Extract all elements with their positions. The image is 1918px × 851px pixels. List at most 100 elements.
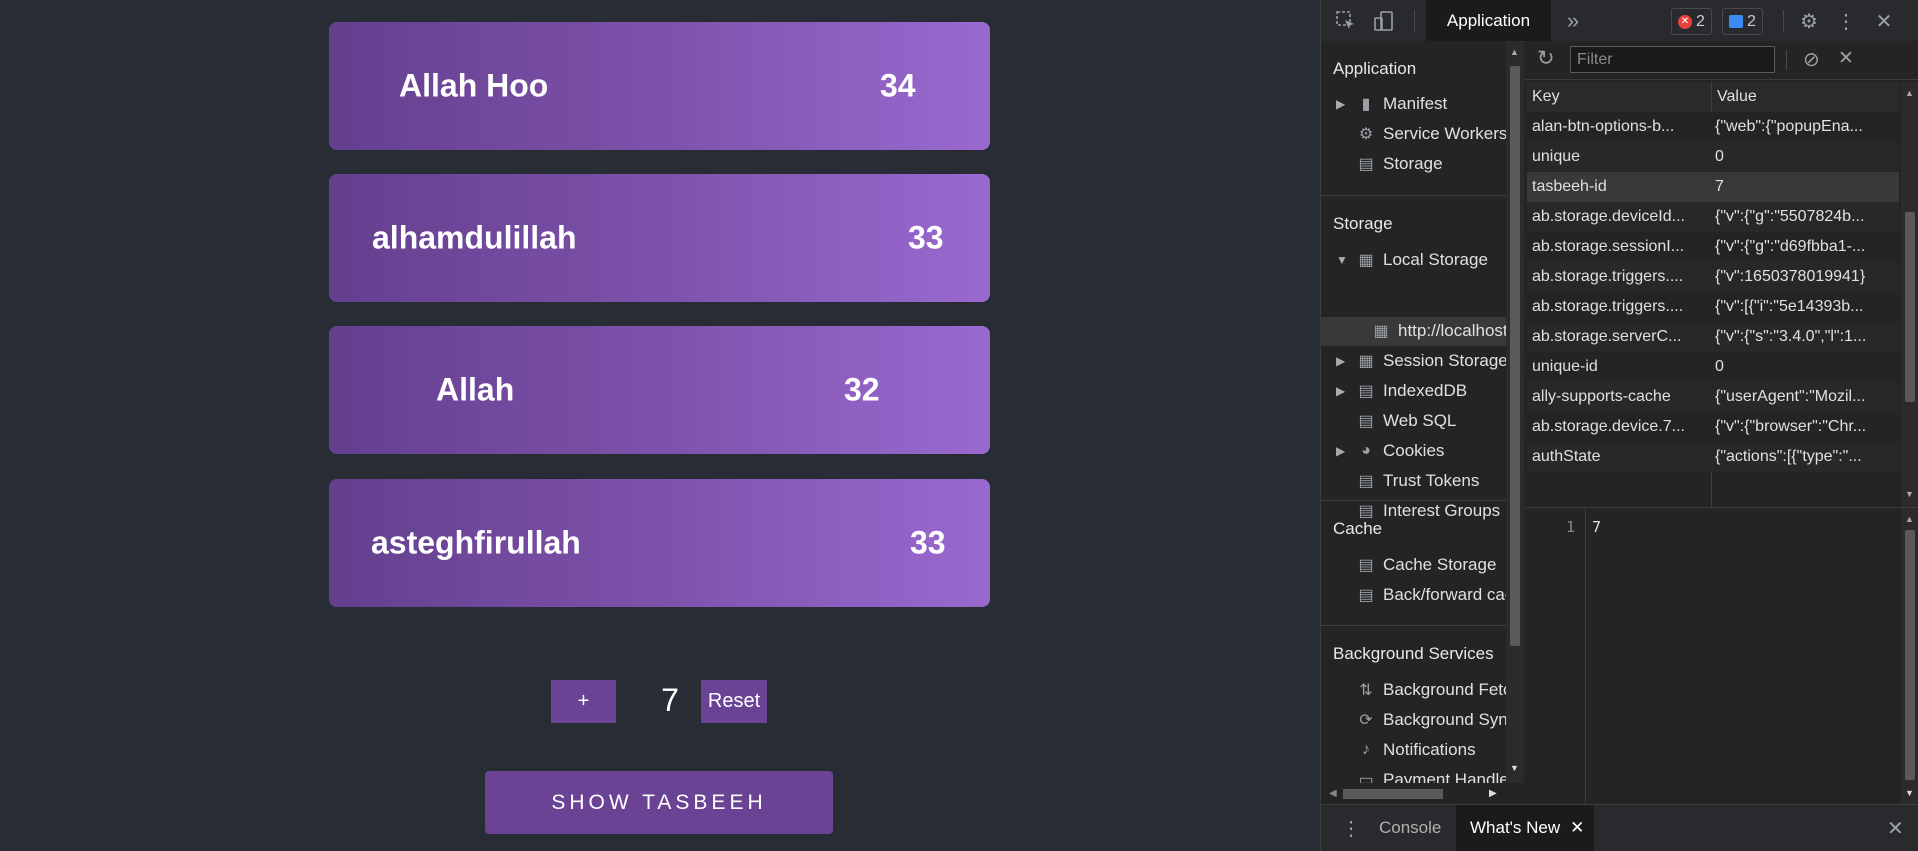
scroll-up-icon[interactable]: ▲ bbox=[1905, 514, 1914, 524]
table-row[interactable]: ally-supports-cache {"userAgent":"Mozil..… bbox=[1527, 382, 1899, 412]
sidebar-item-cookies[interactable]: ▶ ◕ Cookies bbox=[1336, 437, 1444, 465]
delete-selected-icon[interactable]: ✕ bbox=[1838, 47, 1854, 70]
row-key: authState bbox=[1532, 448, 1601, 465]
row-value: {"v":1650378019941} bbox=[1715, 268, 1866, 285]
kebab-menu-icon[interactable]: ⋮ bbox=[1834, 9, 1858, 33]
preview-scrollbar[interactable]: ▲ ▼ bbox=[1901, 508, 1918, 805]
more-tabs-icon[interactable]: » bbox=[1561, 8, 1585, 33]
scroll-down-icon[interactable]: ▼ bbox=[1905, 489, 1914, 499]
tasbeeh-card[interactable]: asteghfirullah 33 bbox=[329, 479, 990, 607]
table-row[interactable]: ab.storage.triggers.... {"v":[{"i":"5e143… bbox=[1527, 292, 1899, 322]
table-row[interactable]: ab.storage.deviceId... {"v":{"g":"5507824… bbox=[1527, 202, 1899, 232]
table-row[interactable]: alan-btn-options-b... {"web":{"popupEna..… bbox=[1527, 112, 1899, 142]
reset-button[interactable]: Reset bbox=[701, 680, 767, 723]
device-toolbar-icon[interactable] bbox=[1372, 9, 1396, 33]
tasbeeh-card[interactable]: alhamdulillah 33 bbox=[329, 174, 990, 302]
scrollbar-thumb[interactable] bbox=[1343, 789, 1443, 799]
expand-arrow-icon[interactable]: ▶ bbox=[1336, 444, 1354, 458]
close-icon[interactable]: ✕ bbox=[1872, 9, 1896, 33]
row-key: alan-btn-options-b... bbox=[1532, 118, 1675, 135]
table-row[interactable]: tasbeeh-id 7 bbox=[1527, 172, 1899, 202]
collapse-arrow-icon[interactable]: ▼ bbox=[1336, 253, 1354, 267]
section-cache: Cache bbox=[1333, 519, 1383, 538]
scrollbar-thumb[interactable] bbox=[1510, 66, 1520, 646]
table-scrollbar[interactable]: ▲ ▼ bbox=[1901, 82, 1918, 507]
table-row[interactable]: ab.storage.serverC... {"v":{"s":"3.4.0","… bbox=[1527, 322, 1899, 352]
storage-panel: ↻ Filter ⊘ ✕ Key Value alan-btn-options-… bbox=[1525, 41, 1918, 805]
sidebar-scrollbar[interactable]: ▲ ▼ bbox=[1506, 41, 1524, 783]
close-drawer-icon[interactable]: ✕ bbox=[1887, 805, 1904, 851]
tasbeeh-card[interactable]: Allah 32 bbox=[329, 326, 990, 454]
row-value: 7 bbox=[1715, 178, 1724, 195]
table-row[interactable]: ab.storage.sessionI... {"v":{"g":"d69fbba… bbox=[1527, 232, 1899, 262]
sidebar-item-websql[interactable]: ▤ Web SQL bbox=[1336, 407, 1456, 435]
sidebar-item-background-sync[interactable]: ⟳ Background Sync bbox=[1336, 706, 1506, 734]
database-icon: ▤ bbox=[1358, 473, 1374, 490]
sidebar-item-notifications[interactable]: ♪ Notifications bbox=[1336, 736, 1476, 764]
sidebar-item-back-forward-cache[interactable]: ▤Back/forward cache bbox=[1336, 581, 1506, 609]
scroll-up-icon[interactable]: ▲ bbox=[1905, 88, 1914, 98]
scrollbar-thumb[interactable] bbox=[1905, 212, 1915, 402]
devtools-panel: Application » ✕ 2 2 ⚙ ⋮ ✕ Application ▶ ▮… bbox=[1320, 0, 1918, 851]
scroll-down-icon[interactable]: ▼ bbox=[1905, 788, 1914, 798]
inspect-element-icon[interactable] bbox=[1334, 9, 1358, 33]
scrollbar-thumb[interactable] bbox=[1905, 530, 1915, 780]
preview-value: 7 bbox=[1592, 518, 1602, 536]
error-badge[interactable]: ✕ 2 bbox=[1671, 8, 1712, 35]
show-tasbeeh-button[interactable]: SHOW TASBEEH bbox=[485, 771, 833, 834]
drawer-menu-icon[interactable]: ⋮ bbox=[1341, 805, 1361, 851]
table-row[interactable]: unique-id 0 bbox=[1527, 352, 1899, 382]
tab-whats-new[interactable]: What's New ✕ bbox=[1456, 805, 1594, 851]
table-row[interactable]: unique 0 bbox=[1527, 142, 1899, 172]
value-preview: 1 7 ▲ ▼ bbox=[1525, 507, 1918, 805]
gear-icon[interactable]: ⚙ bbox=[1797, 9, 1821, 33]
table-icon: ▦ bbox=[1373, 323, 1389, 340]
scroll-right-icon[interactable]: ▶ bbox=[1489, 788, 1497, 799]
table-row[interactable]: authState {"actions":[{"type":"... bbox=[1527, 442, 1899, 472]
sidebar-item-service-workers[interactable]: ⚙ Service Workers bbox=[1336, 120, 1506, 148]
divider bbox=[1321, 195, 1506, 196]
expand-arrow-icon[interactable]: ▶ bbox=[1336, 354, 1354, 368]
table-row[interactable]: ab.storage.device.7... {"v":{"browser":"C… bbox=[1527, 412, 1899, 442]
sidebar-item-cache-storage[interactable]: ▤ Cache Storage bbox=[1336, 551, 1496, 579]
sidebar-item-trust-tokens[interactable]: ▤ Trust Tokens bbox=[1336, 467, 1479, 495]
divider bbox=[1321, 500, 1506, 501]
devtools-toolbar: Application » ✕ 2 2 ⚙ ⋮ ✕ bbox=[1321, 0, 1918, 42]
scroll-up-icon[interactable]: ▲ bbox=[1510, 47, 1519, 57]
filter-input[interactable]: Filter bbox=[1570, 46, 1775, 73]
tab-console[interactable]: Console bbox=[1379, 805, 1441, 851]
sidebar-item-storage[interactable]: ▤ Storage bbox=[1336, 150, 1442, 178]
tasbeeh-card[interactable]: Allah Hoo 34 bbox=[329, 22, 990, 150]
scroll-down-icon[interactable]: ▼ bbox=[1510, 763, 1519, 773]
table-icon: ▦ bbox=[1358, 353, 1374, 370]
divider bbox=[1321, 625, 1506, 626]
close-tab-icon[interactable]: ✕ bbox=[1570, 818, 1584, 838]
sidebar-item-background-fetch[interactable]: ⇅Background Fetch bbox=[1336, 676, 1506, 704]
scroll-left-icon[interactable]: ◀ bbox=[1329, 788, 1337, 799]
tab-application[interactable]: Application bbox=[1426, 0, 1551, 41]
expand-arrow-icon[interactable]: ▶ bbox=[1336, 97, 1354, 111]
clear-all-icon[interactable]: ⊘ bbox=[1803, 47, 1820, 72]
tasbeeh-count: 32 bbox=[844, 371, 880, 408]
message-badge[interactable]: 2 bbox=[1722, 8, 1763, 35]
expand-arrow-icon[interactable]: ▶ bbox=[1336, 384, 1354, 398]
column-header-key[interactable]: Key bbox=[1527, 82, 1711, 112]
row-value: {"v":{"g":"d69fbba1-... bbox=[1715, 238, 1866, 255]
sidebar-item-payment-handler[interactable]: ▭ Payment Handler bbox=[1336, 766, 1506, 783]
sidebar-item-indexeddb[interactable]: ▶ ▤ IndexedDB bbox=[1336, 377, 1467, 405]
sidebar-horizontal-scrollbar[interactable]: ◀ ▶ bbox=[1321, 783, 1506, 804]
increment-button[interactable]: + bbox=[551, 680, 616, 723]
column-header-value[interactable]: Value bbox=[1712, 82, 1899, 112]
row-value: {"web":{"popupEna... bbox=[1715, 118, 1863, 135]
row-value: {"v":{"browser":"Chr... bbox=[1715, 418, 1867, 435]
toolbar-divider bbox=[1786, 50, 1787, 70]
refresh-icon[interactable]: ↻ bbox=[1537, 46, 1555, 71]
error-icon: ✕ bbox=[1678, 14, 1692, 29]
table-row[interactable]: ab.storage.triggers.... {"v":165037801994… bbox=[1527, 262, 1899, 292]
sidebar-item-manifest[interactable]: ▶ ▮ Manifest bbox=[1336, 90, 1447, 118]
sidebar-item-session-storage[interactable]: ▶ ▦ Session Storage bbox=[1336, 347, 1506, 375]
row-key: ab.storage.deviceId... bbox=[1532, 208, 1685, 225]
sidebar-item-localhost[interactable]: ▦ http://localhost bbox=[1369, 317, 1506, 345]
updown-arrows-icon: ⇅ bbox=[1359, 682, 1373, 699]
sidebar-item-local-storage[interactable]: ▼ ▦ Local Storage bbox=[1336, 246, 1488, 274]
